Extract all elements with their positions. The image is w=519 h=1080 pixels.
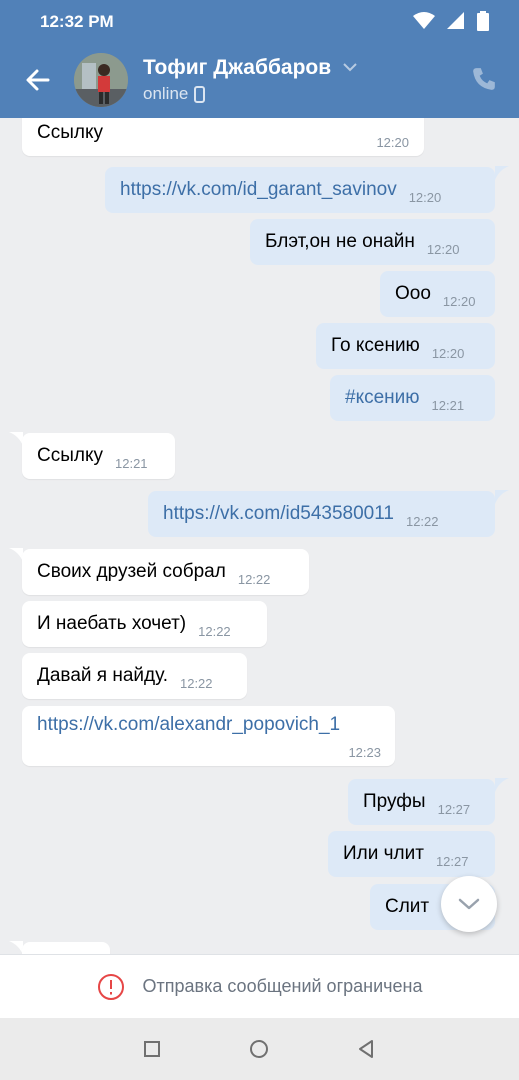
message-time: 12:20 xyxy=(426,241,460,257)
bubble-tail xyxy=(9,432,23,446)
phone-icon[interactable] xyxy=(471,66,497,92)
bubble-tail xyxy=(9,548,23,562)
message-time: 12:27 xyxy=(435,853,469,869)
bubble-tail xyxy=(9,941,23,954)
message-hashtag[interactable]: #ксению xyxy=(345,387,420,409)
message-incoming[interactable]: https://vk.com/alexandr_popovich_1 12:23 xyxy=(22,706,395,766)
message-time: 12:20 xyxy=(431,345,465,361)
contact-name: Тофиг Джаббаров xyxy=(143,56,332,79)
message-text: Пруфы xyxy=(363,791,426,812)
message-text: И наебать хочет) xyxy=(37,613,187,634)
restriction-text: Отправка сообщений ограничена xyxy=(142,976,423,996)
message-time: 12:21 xyxy=(431,397,465,413)
contact-name-row[interactable]: Тофиг Джаббаров xyxy=(143,56,357,80)
status-icons xyxy=(413,11,489,31)
toolbar: Тофиг Джаббаров online xyxy=(0,44,519,118)
wifi-icon xyxy=(413,12,435,29)
message-text: Или члит xyxy=(343,843,424,864)
message-text: Своих друзей собрал xyxy=(37,561,226,582)
chevron-down-icon xyxy=(458,898,480,910)
messaging-restricted-banner: Отправка сообщений ограничена xyxy=(0,954,519,1018)
message-time: 12:22 xyxy=(405,513,439,529)
signal-icon xyxy=(447,12,464,29)
message-time: 12:27 xyxy=(437,801,471,817)
message-outgoing[interactable]: Пруфы 12:27 xyxy=(348,779,495,825)
message-text: Давай я найду. xyxy=(37,665,168,686)
message-outgoing[interactable]: #ксению 12:21 xyxy=(330,375,495,421)
message-incoming[interactable]: Ссылку 12:20 xyxy=(22,118,424,156)
chevron-down-icon xyxy=(343,63,357,72)
avatar[interactable] xyxy=(74,53,128,107)
mobile-phone-icon xyxy=(194,85,206,103)
message-time: 12:21 xyxy=(115,455,148,471)
message-incoming[interactable]: Ссылку 12:21 xyxy=(22,433,175,479)
arrow-left-icon[interactable] xyxy=(20,62,56,98)
message-outgoing[interactable]: Ооо 12:20 xyxy=(380,271,495,317)
battery-icon xyxy=(477,11,489,31)
message-time: 12:23 xyxy=(348,745,381,760)
message-incoming-partial[interactable] xyxy=(22,942,110,954)
bubble-tail xyxy=(495,778,509,792)
message-time: 12:20 xyxy=(408,189,442,205)
message-text: Ооо xyxy=(395,283,431,304)
message-link[interactable]: https://vk.com/alexandr_popovich_1 xyxy=(37,714,340,735)
message-text: Слит xyxy=(385,896,430,917)
home-icon[interactable] xyxy=(246,1036,272,1062)
message-incoming[interactable]: Давай я найду. 12:22 xyxy=(22,653,247,699)
message-time: 12:22 xyxy=(179,675,213,691)
message-outgoing[interactable]: Блэт,он не онайн 12:20 xyxy=(250,219,495,265)
message-time: 12:22 xyxy=(198,623,231,639)
message-incoming[interactable]: И наебать хочет) 12:22 xyxy=(22,601,267,647)
message-time: 12:22 xyxy=(237,571,271,587)
contact-status: online xyxy=(143,84,206,104)
exclamation-circle-icon xyxy=(97,973,124,1000)
message-text: Ссылку xyxy=(37,445,103,466)
message-time: 12:20 xyxy=(376,135,409,150)
chat-header: 12:32 PM Тофиг Джаббаров online xyxy=(0,0,519,118)
status-bar: 12:32 PM xyxy=(0,0,519,44)
message-incoming[interactable]: Своих друзей собрал 12:22 xyxy=(22,549,309,595)
message-text: Блэт,он не онайн xyxy=(265,231,415,252)
message-outgoing[interactable]: Го ксению 12:20 xyxy=(316,323,495,369)
system-nav-bar xyxy=(0,1018,519,1080)
scroll-to-bottom-button[interactable] xyxy=(441,876,497,932)
message-list[interactable]: Ссылку 12:20 https://vk.com/id_garant_sa… xyxy=(0,118,519,954)
message-text: Го ксению xyxy=(331,335,420,356)
message-outgoing[interactable]: Или члит 12:27 xyxy=(328,831,495,877)
message-text: Ссылку xyxy=(37,122,103,143)
status-time: 12:32 PM xyxy=(40,12,114,31)
message-link[interactable]: https://vk.com/id_garant_savinov xyxy=(120,179,397,201)
bubble-tail xyxy=(495,166,509,180)
message-link[interactable]: https://vk.com/id543580011 xyxy=(163,503,394,525)
message-outgoing[interactable]: https://vk.com/id_garant_savinov 12:20 xyxy=(105,167,495,213)
recents-icon[interactable] xyxy=(139,1036,165,1062)
online-status: online xyxy=(143,84,189,103)
message-time: 12:20 xyxy=(442,293,476,309)
back-nav-icon[interactable] xyxy=(353,1036,379,1062)
bubble-tail xyxy=(495,490,509,504)
message-outgoing[interactable]: https://vk.com/id543580011 12:22 xyxy=(148,491,495,537)
